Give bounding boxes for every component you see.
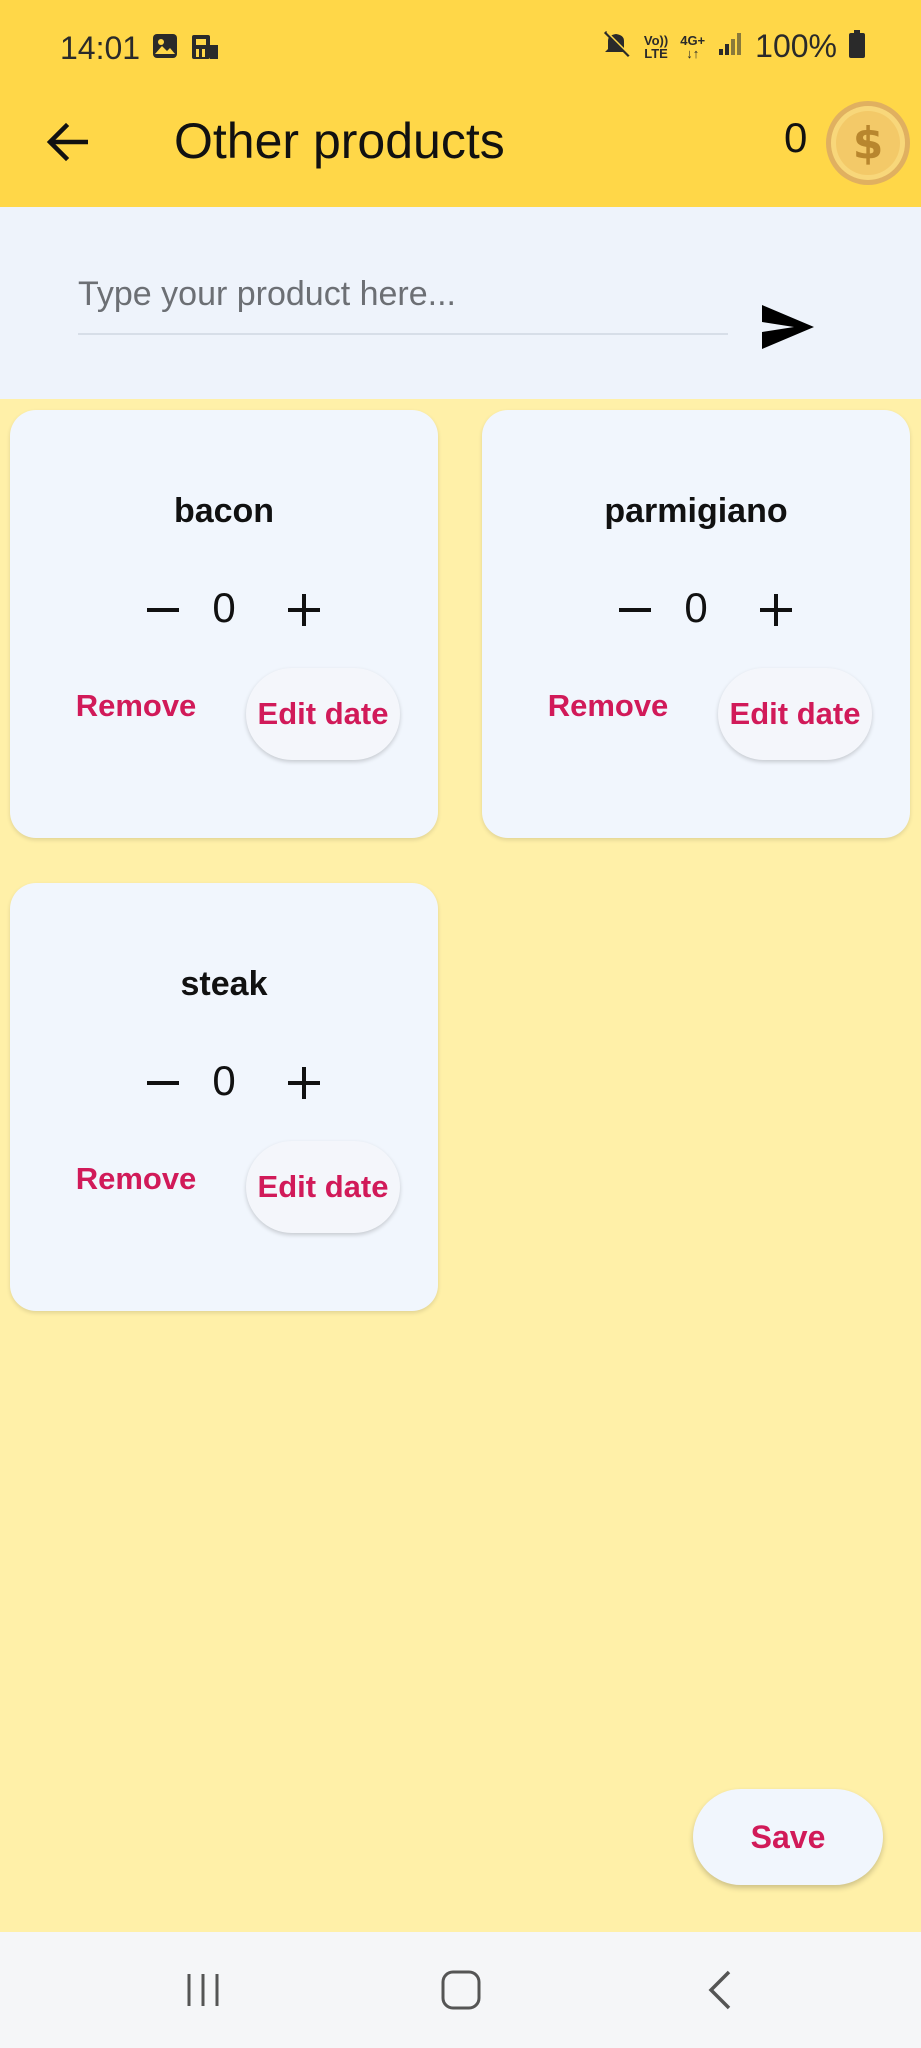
product-name: steak xyxy=(180,965,268,1003)
coin-count: 0 xyxy=(784,114,808,161)
recent-apps-icon xyxy=(187,1974,219,2006)
coin-symbol: $ xyxy=(853,118,884,169)
battery-icon xyxy=(849,30,865,63)
app-bar: Other products 0 $ xyxy=(0,100,921,207)
quantity-stepper: 0 xyxy=(482,580,910,640)
quantity-value: 0 xyxy=(212,1057,236,1104)
plus-icon xyxy=(760,594,792,626)
product-card: parmigiano 0 Remove Edit date xyxy=(482,410,910,838)
save-button[interactable]: Save xyxy=(693,1789,883,1885)
product-card: bacon 0 Remove Edit date xyxy=(10,410,438,838)
remove-button[interactable]: Remove xyxy=(46,1149,226,1209)
back-nav-button[interactable] xyxy=(685,1962,755,2018)
increment-button[interactable] xyxy=(274,580,334,640)
quantity-stepper: 0 xyxy=(10,580,438,640)
decrement-button[interactable] xyxy=(133,580,193,640)
top-bar: 14:01 Vo)) LTE 4G+ ↓↑ 100% Other product… xyxy=(0,0,921,207)
page-title: Other products xyxy=(174,113,505,169)
quantity-value: 0 xyxy=(212,584,236,631)
product-name: parmigiano xyxy=(604,492,788,530)
minus-icon xyxy=(619,608,651,612)
quantity-value: 0 xyxy=(684,584,708,631)
plus-icon xyxy=(288,594,320,626)
decrement-button[interactable] xyxy=(605,580,665,640)
system-nav-bar xyxy=(0,1932,921,2048)
status-bar: 14:01 Vo)) LTE 4G+ ↓↑ 100% xyxy=(0,0,921,100)
minus-icon xyxy=(147,1081,179,1085)
signal-icon xyxy=(717,31,743,62)
remove-button[interactable]: Remove xyxy=(518,676,698,736)
send-button[interactable] xyxy=(758,297,818,357)
back-nav-icon xyxy=(708,1970,731,2010)
4g-icon: 4G+ ↓↑ xyxy=(680,32,706,61)
product-input[interactable] xyxy=(78,255,728,335)
increment-button[interactable] xyxy=(274,1053,334,1113)
product-card: steak 0 Remove Edit date xyxy=(10,883,438,1311)
edit-date-button[interactable]: Edit date xyxy=(718,668,872,760)
edit-date-button[interactable]: Edit date xyxy=(246,1141,400,1233)
decrement-button[interactable] xyxy=(133,1053,193,1113)
edit-date-button[interactable]: Edit date xyxy=(246,668,400,760)
home-button[interactable] xyxy=(426,1962,496,2018)
network-label: 4G+ xyxy=(680,32,706,48)
send-icon xyxy=(762,305,814,349)
image-icon xyxy=(152,33,178,68)
increment-button[interactable] xyxy=(746,580,806,640)
coin-icon: $ xyxy=(825,100,911,186)
mute-icon xyxy=(602,29,632,64)
plus-icon xyxy=(288,1067,320,1099)
minus-icon xyxy=(147,608,179,612)
product-name: bacon xyxy=(173,492,275,530)
remove-button[interactable]: Remove xyxy=(46,676,226,736)
quantity-stepper: 0 xyxy=(10,1053,438,1113)
battery-level: 100% xyxy=(755,28,837,64)
product-input-area xyxy=(0,207,921,399)
recent-apps-button[interactable] xyxy=(168,1962,238,2018)
back-button[interactable] xyxy=(36,110,100,174)
sim-transfer-icon xyxy=(188,33,220,68)
home-icon xyxy=(441,1970,481,2010)
arrow-left-icon xyxy=(46,122,88,162)
status-time: 14:01 xyxy=(60,30,141,66)
volte-icon: Vo)) LTE xyxy=(643,32,669,61)
